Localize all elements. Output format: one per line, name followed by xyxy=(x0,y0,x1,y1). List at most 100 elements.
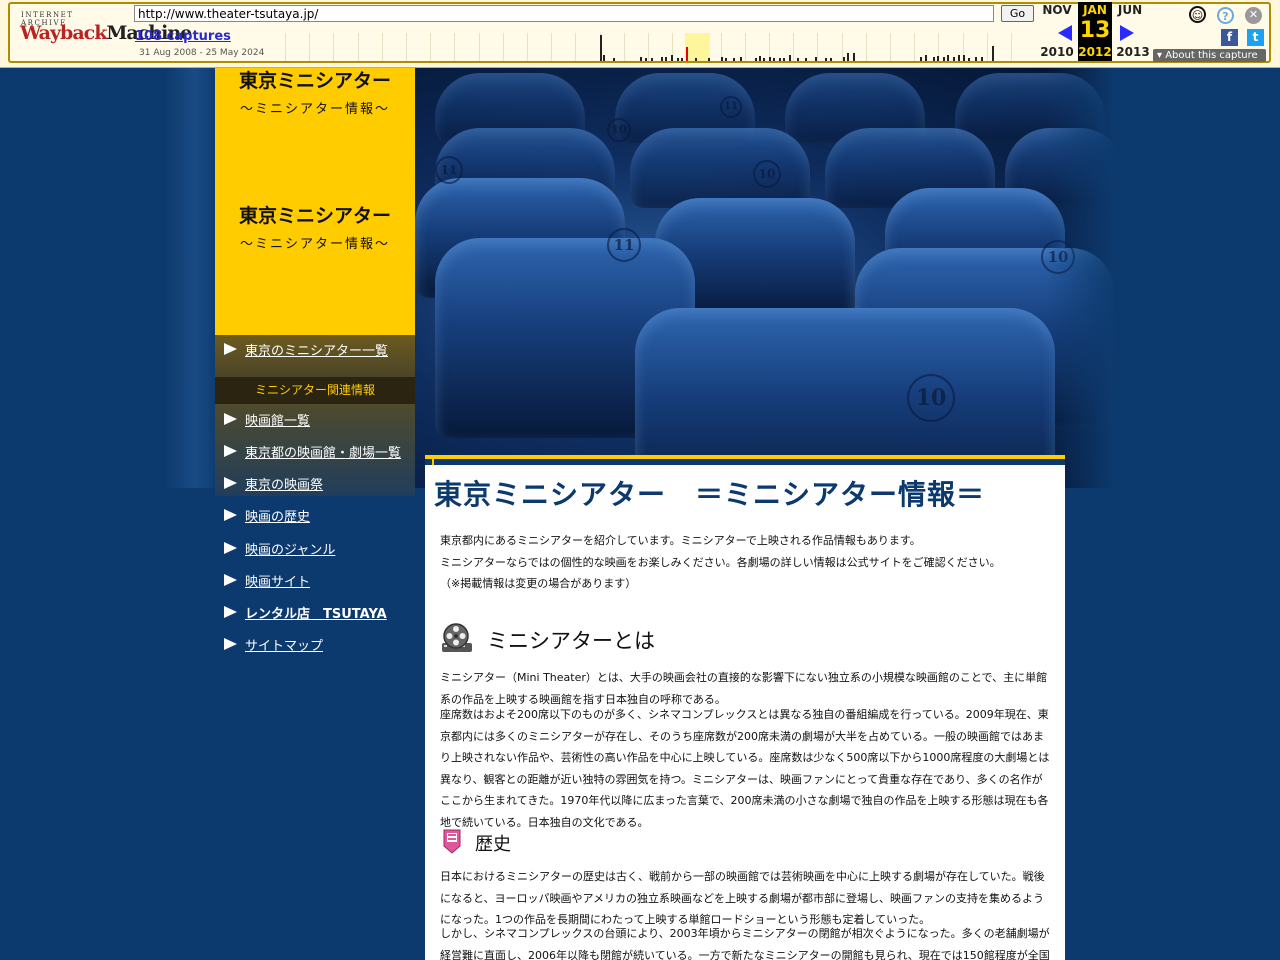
sparkline-year-column[interactable] xyxy=(333,33,357,61)
sparkline-bar xyxy=(721,57,723,61)
sparkline-year-column[interactable] xyxy=(502,33,527,61)
sparkline-bar xyxy=(600,35,602,61)
sparkline-bar xyxy=(975,57,977,61)
wayback-go-button[interactable]: Go xyxy=(1001,5,1034,22)
film-tag-icon xyxy=(443,829,461,854)
wayback-cur-month: JAN xyxy=(1083,3,1107,17)
sidebar-item-label[interactable]: 東京の映画祭 xyxy=(245,474,323,493)
close-icon[interactable]: ✕ xyxy=(1245,7,1262,24)
sidebar-item-sitemap[interactable]: サイトマップ xyxy=(215,633,415,657)
sparkline-bar xyxy=(937,56,939,61)
sparkline-year-column[interactable] xyxy=(744,33,769,61)
sidebar-item-label[interactable]: レンタル店 TSUTAYA xyxy=(245,603,387,622)
site-subtitle: 〜ミニシアター情報〜 xyxy=(239,102,390,117)
triangle-right-icon xyxy=(224,606,237,618)
sparkline-bar xyxy=(992,46,994,61)
sparkline-year-column[interactable] xyxy=(527,33,551,61)
wayback-prev-month[interactable]: NOV xyxy=(1040,3,1074,17)
sidebar-item-minitheater-list[interactable]: 東京のミニシアター一覧 xyxy=(215,338,415,362)
wayback-prev-year[interactable]: 2010 xyxy=(1038,45,1076,59)
wayback-next-month[interactable]: JUN xyxy=(1113,3,1147,17)
sparkline-bar xyxy=(733,58,735,61)
sparkline-year-column[interactable] xyxy=(406,33,430,61)
sidebar-header: 東京ミニシアター 〜ミニシアター情報〜 東京ミニシアター 〜ミニシアター情報〜 xyxy=(215,68,415,335)
sparkline-year-column[interactable] xyxy=(454,33,478,61)
sparkline-bar xyxy=(947,55,949,61)
sparkline-year-column[interactable] xyxy=(817,33,841,61)
sparkline-year-column[interactable] xyxy=(357,33,382,61)
site-logo-title[interactable]: 東京ミニシアター xyxy=(215,201,415,228)
wayback-next-year[interactable]: 2013 xyxy=(1114,45,1152,59)
sparkline-bar xyxy=(797,58,799,61)
wayback-prev-arrow-icon[interactable] xyxy=(1058,25,1072,41)
sidebar-item-tokyo-theaters[interactable]: 東京都の映画館・劇場一覧 xyxy=(215,440,415,464)
wayback-sparkline[interactable] xyxy=(285,33,1035,61)
sparkline-bar xyxy=(783,58,785,61)
section1-paragraph-2: 座席数はおよそ200席以下のものが多く、シネマコンプレックスとは異なる独自の番組… xyxy=(440,708,1050,829)
sparkline-bar xyxy=(755,58,757,61)
site-logo-subtitle: 〜ミニシアター情報〜 xyxy=(239,237,390,252)
sparkline-bar xyxy=(963,55,965,61)
sidebar-item-label[interactable]: 映画の歴史 xyxy=(245,506,310,525)
sparkline-year-column[interactable] xyxy=(381,33,406,61)
wayback-url-input[interactable]: http://www.theater-tsutaya.jp/ xyxy=(134,5,994,22)
sidebar-item-festivals[interactable]: 東京の映画祭 xyxy=(215,472,415,496)
twitter-icon[interactable]: t xyxy=(1247,29,1264,46)
sidebar-item-movie-sites[interactable]: 映画サイト xyxy=(215,569,415,593)
sidebar-item-genres[interactable]: 映画のジャンル xyxy=(215,537,415,561)
section-title-history: 歴史 xyxy=(475,834,511,855)
sparkline-bar xyxy=(968,58,970,61)
sparkline-year-column[interactable] xyxy=(430,33,454,61)
sidebar-item-label[interactable]: 東京のミニシアター一覧 xyxy=(245,340,388,359)
sidebar-item-label[interactable]: サイトマップ xyxy=(245,635,323,654)
triangle-right-icon xyxy=(224,638,237,650)
sparkline-year-column[interactable] xyxy=(285,33,309,61)
sparkline-year-column[interactable] xyxy=(865,33,890,61)
wayback-about-button[interactable]: ▾ About this capture xyxy=(1153,49,1266,62)
triangle-right-icon xyxy=(224,445,237,457)
sparkline-current-capture xyxy=(686,47,688,61)
sparkline-year-column[interactable] xyxy=(986,33,1011,61)
facebook-icon[interactable]: f xyxy=(1221,29,1238,46)
sidebar-item-label[interactable]: 東京都の映画館・劇場一覧 xyxy=(245,442,401,461)
sparkline-bar xyxy=(789,55,791,61)
wayback-captures-link[interactable]: 108 captures xyxy=(135,29,231,44)
intro-line-1: 東京都内にあるミニシアターを紹介しています。ミニシアターで上映される作品情報もあ… xyxy=(440,534,921,547)
sidebar-item-label[interactable]: 映画のジャンル xyxy=(245,539,335,558)
sparkline-bar xyxy=(645,58,647,61)
sparkline-year-column[interactable] xyxy=(309,33,333,61)
wayback-logo[interactable]: INTERNET ARCHIVE WaybackMachine xyxy=(18,10,192,52)
sparkline-year-column[interactable] xyxy=(623,33,648,61)
sparkline-year-column[interactable] xyxy=(575,33,599,61)
sidebar-item-history[interactable]: 映画の歴史 xyxy=(215,504,415,528)
sidebar: 東京ミニシアター 〜ミニシアター情報〜 東京ミニシアター 〜ミニシアター情報〜 … xyxy=(215,68,415,960)
sparkline-bar xyxy=(815,57,817,61)
sparkline-year-column[interactable] xyxy=(478,33,503,61)
triangle-right-icon xyxy=(224,413,237,425)
sparkline-year-column[interactable] xyxy=(1011,33,1035,61)
help-icon[interactable]: ? xyxy=(1217,7,1234,24)
sidebar-item-theaters[interactable]: 映画館一覧 xyxy=(215,408,415,432)
sparkline-bar xyxy=(825,58,827,61)
sparkline-bar xyxy=(681,58,683,61)
sidebar-item-tsutaya[interactable]: レンタル店 TSUTAYA xyxy=(215,601,415,625)
triangle-right-icon xyxy=(224,477,237,489)
sparkline-year-column[interactable] xyxy=(793,33,817,61)
wayback-cur-year: 2012 xyxy=(1078,45,1112,59)
wayback-current-date: JAN 13 2012 xyxy=(1078,2,1112,61)
sparkline-year-column[interactable] xyxy=(890,33,914,61)
sparkline-year-column[interactable] xyxy=(648,33,672,61)
sparkline-bar xyxy=(763,58,765,61)
main-content: 東京ミニシアター ＝ミニシアター情報＝ 東京都内にあるミニシアターを紹介していま… xyxy=(425,455,1065,960)
section2-paragraph-1: 日本におけるミニシアターの歴史は古く、戦前から一部の映画館では芸術映画を中心に上… xyxy=(440,870,1045,926)
sparkline-year-column[interactable] xyxy=(551,33,575,61)
wayback-next-arrow-icon[interactable] xyxy=(1120,25,1134,41)
wayback-cur-day: 13 xyxy=(1079,18,1111,43)
sparkline-bar xyxy=(773,58,775,61)
user-icon[interactable]: ☺ xyxy=(1189,6,1206,23)
sparkline-bar xyxy=(805,58,807,61)
sparkline-bar xyxy=(665,57,667,61)
sidebar-item-label[interactable]: 映画館一覧 xyxy=(245,410,310,429)
sidebar-item-label[interactable]: 映画サイト xyxy=(245,571,310,590)
intro-line-2: ミニシアターならではの個性的な映画をお楽しみください。各劇場の詳しい情報は公式サ… xyxy=(440,556,1001,569)
